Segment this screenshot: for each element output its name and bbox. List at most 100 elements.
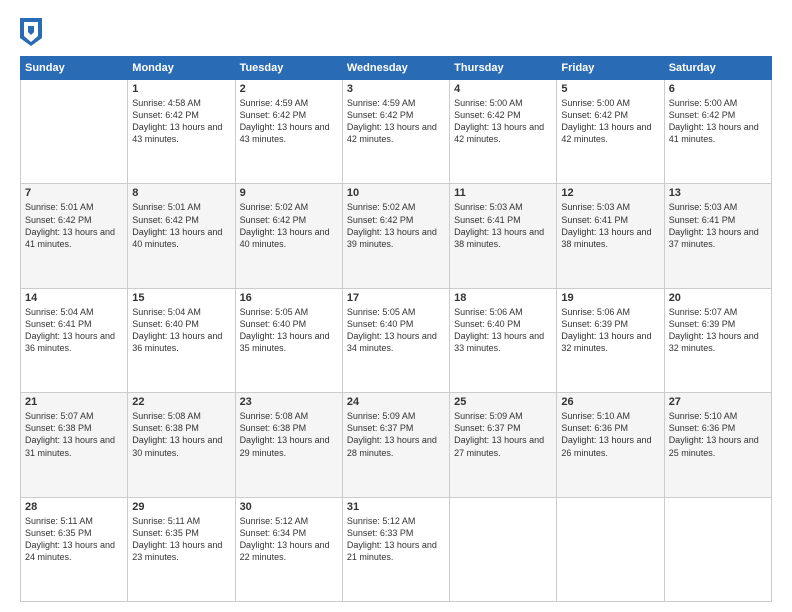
- cell-info: Sunrise: 5:07 AMSunset: 6:38 PMDaylight:…: [25, 411, 115, 457]
- cell-info: Sunrise: 5:06 AMSunset: 6:39 PMDaylight:…: [561, 307, 651, 353]
- calendar-table: SundayMondayTuesdayWednesdayThursdayFrid…: [20, 56, 772, 602]
- cell-info: Sunrise: 5:06 AMSunset: 6:40 PMDaylight:…: [454, 307, 544, 353]
- day-number: 19: [561, 292, 659, 304]
- calendar-cell: 18 Sunrise: 5:06 AMSunset: 6:40 PMDayligh…: [450, 288, 557, 392]
- day-header-wednesday: Wednesday: [342, 57, 449, 80]
- day-number: 29: [132, 501, 230, 513]
- day-number: 12: [561, 187, 659, 199]
- calendar-cell: 24 Sunrise: 5:09 AMSunset: 6:37 PMDayligh…: [342, 393, 449, 497]
- week-row-5: 28 Sunrise: 5:11 AMSunset: 6:35 PMDayligh…: [21, 497, 772, 601]
- cell-info: Sunrise: 5:12 AMSunset: 6:33 PMDaylight:…: [347, 516, 437, 562]
- day-number: 31: [347, 501, 445, 513]
- day-header-saturday: Saturday: [664, 57, 771, 80]
- cell-info: Sunrise: 5:09 AMSunset: 6:37 PMDaylight:…: [454, 411, 544, 457]
- day-header-monday: Monday: [128, 57, 235, 80]
- day-number: 30: [240, 501, 338, 513]
- calendar-cell: 13Sunrise: 5:03 AMSunset: 6:41 PMDayligh…: [664, 184, 771, 288]
- cell-info: Sunrise: 5:01 AMSunset: 6:42 PMDaylight:…: [25, 202, 115, 248]
- cell-info: Sunrise: 5:08 AMSunset: 6:38 PMDaylight:…: [132, 411, 222, 457]
- day-number: 4: [454, 83, 552, 95]
- day-number: 28: [25, 501, 123, 513]
- cell-info: Sunrise: 4:58 AMSunset: 6:42 PMDaylight:…: [132, 98, 222, 144]
- calendar-cell: 19 Sunrise: 5:06 AMSunset: 6:39 PMDayligh…: [557, 288, 664, 392]
- cell-info: Sunrise: 5:04 AMSunset: 6:40 PMDaylight:…: [132, 307, 222, 353]
- calendar-cell: 6 Sunrise: 5:00 AMSunset: 6:42 PMDaylight…: [664, 80, 771, 184]
- calendar-cell: 10 Sunrise: 5:02 AMSunset: 6:42 PMDayligh…: [342, 184, 449, 288]
- cell-info: Sunrise: 5:10 AMSunset: 6:36 PMDaylight:…: [561, 411, 651, 457]
- header: [20, 18, 772, 46]
- day-number: 6: [669, 83, 767, 95]
- week-row-1: 1 Sunrise: 4:58 AMSunset: 6:42 PMDaylight…: [21, 80, 772, 184]
- calendar-cell: 21 Sunrise: 5:07 AMSunset: 6:38 PMDayligh…: [21, 393, 128, 497]
- day-number: 25: [454, 396, 552, 408]
- day-number: 8: [132, 187, 230, 199]
- day-number: 27: [669, 396, 767, 408]
- day-number: 11: [454, 187, 552, 199]
- day-number: 23: [240, 396, 338, 408]
- day-number: 17: [347, 292, 445, 304]
- calendar-cell: 16 Sunrise: 5:05 AMSunset: 6:40 PMDayligh…: [235, 288, 342, 392]
- calendar-cell: 7Sunrise: 5:01 AMSunset: 6:42 PMDaylight…: [21, 184, 128, 288]
- calendar-cell: 11Sunrise: 5:03 AMSunset: 6:41 PMDayligh…: [450, 184, 557, 288]
- calendar-cell: 5Sunrise: 5:00 AMSunset: 6:42 PMDaylight…: [557, 80, 664, 184]
- cell-info: Sunrise: 5:02 AMSunset: 6:42 PMDaylight:…: [347, 202, 437, 248]
- calendar-cell: 4Sunrise: 5:00 AMSunset: 6:42 PMDaylight…: [450, 80, 557, 184]
- day-number: 5: [561, 83, 659, 95]
- day-number: 3: [347, 83, 445, 95]
- calendar-cell: 31 Sunrise: 5:12 AMSunset: 6:33 PMDayligh…: [342, 497, 449, 601]
- calendar-cell: [664, 497, 771, 601]
- calendar-cell: 22Sunrise: 5:08 AMSunset: 6:38 PMDayligh…: [128, 393, 235, 497]
- cell-info: Sunrise: 5:11 AMSunset: 6:35 PMDaylight:…: [132, 516, 222, 562]
- calendar-header-row: SundayMondayTuesdayWednesdayThursdayFrid…: [21, 57, 772, 80]
- day-number: 13: [669, 187, 767, 199]
- day-number: 2: [240, 83, 338, 95]
- calendar-cell: 8 Sunrise: 5:01 AMSunset: 6:42 PMDaylight…: [128, 184, 235, 288]
- cell-info: Sunrise: 4:59 AMSunset: 6:42 PMDaylight:…: [240, 98, 330, 144]
- cell-info: Sunrise: 5:11 AMSunset: 6:35 PMDaylight:…: [25, 516, 115, 562]
- calendar-cell: 28 Sunrise: 5:11 AMSunset: 6:35 PMDayligh…: [21, 497, 128, 601]
- week-row-3: 14 Sunrise: 5:04 AMSunset: 6:41 PMDayligh…: [21, 288, 772, 392]
- cell-info: Sunrise: 4:59 AMSunset: 6:42 PMDaylight:…: [347, 98, 437, 144]
- day-number: 16: [240, 292, 338, 304]
- week-row-4: 21 Sunrise: 5:07 AMSunset: 6:38 PMDayligh…: [21, 393, 772, 497]
- calendar-cell: 27 Sunrise: 5:10 AMSunset: 6:36 PMDayligh…: [664, 393, 771, 497]
- calendar-cell: [21, 80, 128, 184]
- day-header-thursday: Thursday: [450, 57, 557, 80]
- cell-info: Sunrise: 5:00 AMSunset: 6:42 PMDaylight:…: [669, 98, 759, 144]
- day-number: 20: [669, 292, 767, 304]
- calendar-cell: 14 Sunrise: 5:04 AMSunset: 6:41 PMDayligh…: [21, 288, 128, 392]
- cell-info: Sunrise: 5:01 AMSunset: 6:42 PMDaylight:…: [132, 202, 222, 248]
- calendar-cell: 12 Sunrise: 5:03 AMSunset: 6:41 PMDayligh…: [557, 184, 664, 288]
- day-number: 1: [132, 83, 230, 95]
- calendar-cell: 17 Sunrise: 5:05 AMSunset: 6:40 PMDayligh…: [342, 288, 449, 392]
- calendar-cell: 2 Sunrise: 4:59 AMSunset: 6:42 PMDaylight…: [235, 80, 342, 184]
- day-header-sunday: Sunday: [21, 57, 128, 80]
- cell-info: Sunrise: 5:12 AMSunset: 6:34 PMDaylight:…: [240, 516, 330, 562]
- cell-info: Sunrise: 5:08 AMSunset: 6:38 PMDaylight:…: [240, 411, 330, 457]
- calendar-cell: 23 Sunrise: 5:08 AMSunset: 6:38 PMDayligh…: [235, 393, 342, 497]
- cell-info: Sunrise: 5:05 AMSunset: 6:40 PMDaylight:…: [347, 307, 437, 353]
- calendar-cell: 9 Sunrise: 5:02 AMSunset: 6:42 PMDaylight…: [235, 184, 342, 288]
- cell-info: Sunrise: 5:05 AMSunset: 6:40 PMDaylight:…: [240, 307, 330, 353]
- day-number: 9: [240, 187, 338, 199]
- day-number: 18: [454, 292, 552, 304]
- cell-info: Sunrise: 5:10 AMSunset: 6:36 PMDaylight:…: [669, 411, 759, 457]
- calendar-cell: [557, 497, 664, 601]
- logo-icon: [20, 18, 42, 46]
- cell-info: Sunrise: 5:04 AMSunset: 6:41 PMDaylight:…: [25, 307, 115, 353]
- day-number: 14: [25, 292, 123, 304]
- calendar-page: SundayMondayTuesdayWednesdayThursdayFrid…: [0, 0, 792, 612]
- cell-info: Sunrise: 5:03 AMSunset: 6:41 PMDaylight:…: [561, 202, 651, 248]
- cell-info: Sunrise: 5:02 AMSunset: 6:42 PMDaylight:…: [240, 202, 330, 248]
- week-row-2: 7Sunrise: 5:01 AMSunset: 6:42 PMDaylight…: [21, 184, 772, 288]
- day-number: 21: [25, 396, 123, 408]
- calendar-cell: [450, 497, 557, 601]
- calendar-cell: 1 Sunrise: 4:58 AMSunset: 6:42 PMDaylight…: [128, 80, 235, 184]
- day-number: 24: [347, 396, 445, 408]
- day-header-tuesday: Tuesday: [235, 57, 342, 80]
- cell-info: Sunrise: 5:09 AMSunset: 6:37 PMDaylight:…: [347, 411, 437, 457]
- calendar-cell: 3 Sunrise: 4:59 AMSunset: 6:42 PMDaylight…: [342, 80, 449, 184]
- day-number: 10: [347, 187, 445, 199]
- calendar-cell: 30 Sunrise: 5:12 AMSunset: 6:34 PMDayligh…: [235, 497, 342, 601]
- calendar-cell: 20Sunrise: 5:07 AMSunset: 6:39 PMDayligh…: [664, 288, 771, 392]
